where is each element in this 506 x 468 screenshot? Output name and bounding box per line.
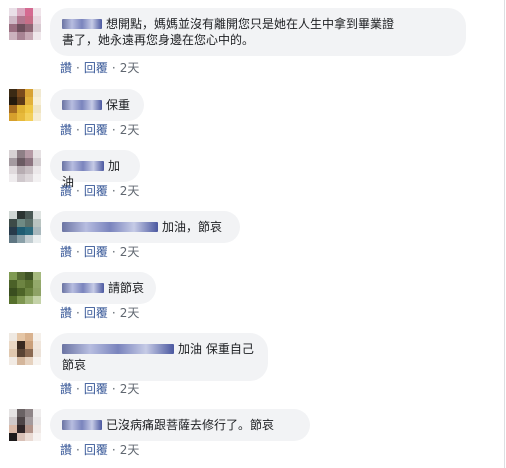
separator: · bbox=[76, 382, 80, 396]
comment-text: 想開點，媽媽並沒有離開您只是她在人生中拿到畢業證 bbox=[106, 17, 395, 31]
comment-bubble: 已沒病痛跟菩薩去修行了。節哀 bbox=[50, 409, 310, 441]
like-link[interactable]: 讚 bbox=[60, 61, 72, 75]
comment-text-continued: 節哀 bbox=[62, 358, 87, 372]
avatar[interactable] bbox=[9, 409, 41, 441]
reply-link[interactable]: 回覆 bbox=[84, 245, 108, 259]
timestamp[interactable]: 2天 bbox=[120, 184, 140, 198]
comment-bubble: 想開點，媽媽並沒有離開您只是她在人生中拿到畢業證 書了，她永遠再您身邊在您心中的… bbox=[50, 8, 466, 56]
avatar[interactable] bbox=[9, 333, 41, 365]
separator: · bbox=[111, 443, 116, 457]
avatar[interactable] bbox=[9, 272, 41, 304]
timestamp[interactable]: 2天 bbox=[120, 306, 140, 320]
comment-text-continued: 書了，她永遠再您身邊在您心中的。 bbox=[62, 33, 255, 47]
right-border bbox=[504, 0, 505, 468]
avatar[interactable] bbox=[9, 89, 41, 121]
like-link[interactable]: 讚 bbox=[60, 123, 72, 137]
comment-bubble: 請節哀 bbox=[50, 272, 156, 304]
separator: · bbox=[111, 306, 116, 320]
avatar[interactable] bbox=[9, 211, 41, 243]
timestamp[interactable]: 2天 bbox=[120, 245, 140, 259]
separator: · bbox=[76, 184, 80, 198]
commenter-name[interactable] bbox=[62, 19, 102, 29]
separator: · bbox=[111, 123, 116, 137]
comment-actions: 讚 · 回覆 · 2天 bbox=[60, 245, 139, 259]
separator: · bbox=[76, 245, 80, 259]
commenter-name[interactable] bbox=[62, 161, 104, 171]
commenter-name[interactable] bbox=[62, 344, 174, 354]
reply-link[interactable]: 回覆 bbox=[84, 443, 108, 457]
comment-bubble: 加油 保重自己 節哀 bbox=[50, 333, 268, 381]
commenter-name[interactable] bbox=[62, 420, 102, 430]
comment-text: 請節哀 bbox=[108, 281, 145, 295]
comment-text: 加油，節哀 bbox=[162, 220, 223, 234]
like-link[interactable]: 讚 bbox=[60, 245, 72, 259]
comment-bubble: 加油 bbox=[50, 150, 140, 189]
avatar[interactable] bbox=[9, 8, 41, 40]
comment-text: 已沒病痛跟菩薩去修行了。節哀 bbox=[106, 418, 275, 432]
reply-link[interactable]: 回覆 bbox=[84, 382, 108, 396]
separator: · bbox=[76, 306, 80, 320]
separator: · bbox=[111, 61, 116, 75]
separator: · bbox=[76, 443, 80, 457]
timestamp[interactable]: 2天 bbox=[120, 123, 140, 137]
comment-bubble: 保重 bbox=[50, 89, 144, 121]
comment-actions: 讚 · 回覆 · 2天 bbox=[60, 306, 139, 320]
reply-link[interactable]: 回覆 bbox=[84, 184, 108, 198]
separator: · bbox=[76, 61, 80, 75]
commenter-name[interactable] bbox=[62, 283, 104, 293]
commenter-name[interactable] bbox=[62, 222, 158, 232]
comment-actions: 讚 · 回覆 · 2天 bbox=[60, 382, 139, 396]
like-link[interactable]: 讚 bbox=[60, 443, 72, 457]
timestamp[interactable]: 2天 bbox=[120, 61, 140, 75]
reply-link[interactable]: 回覆 bbox=[84, 61, 108, 75]
comment-text: 保重 bbox=[106, 98, 131, 112]
comment-actions: 讚 · 回覆 · 2天 bbox=[60, 123, 139, 137]
reply-link[interactable]: 回覆 bbox=[84, 306, 108, 320]
like-link[interactable]: 讚 bbox=[60, 184, 72, 198]
timestamp[interactable]: 2天 bbox=[120, 443, 140, 457]
comment-actions: 讚 · 回覆 · 2天 bbox=[60, 443, 139, 457]
reply-link[interactable]: 回覆 bbox=[84, 123, 108, 137]
timestamp[interactable]: 2天 bbox=[120, 382, 140, 396]
comment-actions: 讚 · 回覆 · 2天 bbox=[60, 184, 139, 198]
like-link[interactable]: 讚 bbox=[60, 306, 72, 320]
separator: · bbox=[111, 245, 116, 259]
separator: · bbox=[111, 184, 116, 198]
separator: · bbox=[76, 123, 80, 137]
commenter-name[interactable] bbox=[62, 100, 102, 110]
comment-actions: 讚 · 回覆 · 2天 bbox=[60, 61, 139, 75]
like-link[interactable]: 讚 bbox=[60, 382, 72, 396]
separator: · bbox=[111, 382, 116, 396]
comment-text: 加油 保重自己 bbox=[178, 342, 254, 356]
avatar[interactable] bbox=[9, 150, 41, 182]
comment-bubble: 加油，節哀 bbox=[50, 211, 240, 243]
